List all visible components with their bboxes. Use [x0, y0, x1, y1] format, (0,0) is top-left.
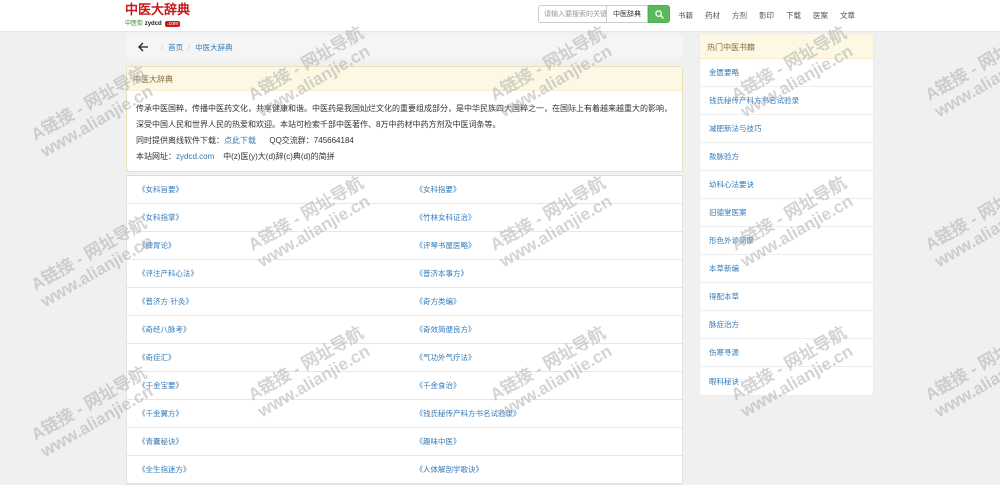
nav-link[interactable]: 方剂	[732, 10, 747, 21]
back-button[interactable]	[136, 40, 150, 54]
site-label: 本站网址：	[136, 152, 176, 161]
book-link[interactable]: 《普济方·针灸》	[127, 296, 405, 307]
table-row: 《青囊秘诀》 《趣味中医》	[127, 428, 682, 456]
watermark: A链接 - 网址导航 www.alianjie.cn	[922, 323, 1000, 421]
book-link[interactable]: 《气功外气疗法》	[405, 352, 683, 363]
book-link[interactable]: 《评琴书屋医略》	[405, 240, 683, 251]
sidebar-book-link[interactable]: 眼科秘诀	[700, 367, 873, 395]
site-url-link[interactable]: zydcd.com	[176, 152, 214, 161]
watermark: A链接 - 网址导航 www.alianjie.cn	[922, 173, 1000, 271]
qq-number: 745664184	[313, 136, 354, 145]
panel-title: 中医大辞典	[127, 67, 682, 91]
book-link[interactable]: 《全生指迷方》	[127, 464, 405, 475]
book-link[interactable]: 《千金食治》	[405, 380, 683, 391]
sidebar-book-link[interactable]: 本草新编	[700, 255, 873, 283]
book-list: 《女科旨要》 《女科指要》 《女科指掌》 《竹林女科证治》 《脾胃论》 《评琴书屋医略》《…	[126, 175, 683, 485]
watermark-line2: www.alianjie.cn	[931, 41, 1000, 121]
search-button[interactable]	[648, 5, 670, 23]
intro-text: 传承中医国粹，传播中医药文化，共享健康和谐。中医药是我国灿烂文化的重要组成部分，…	[136, 104, 672, 129]
sidebar-book-link[interactable]: 形色外诊简摩	[700, 227, 873, 255]
watermark-line1: A链接 - 网址导航	[922, 23, 1000, 105]
book-link[interactable]: 《趣味中医》	[405, 436, 683, 447]
nav-link[interactable]: 药材	[705, 10, 720, 21]
nav-link[interactable]: 医案	[813, 10, 828, 21]
qq-label: QQ交流群：	[269, 136, 314, 145]
book-link[interactable]: 《女科旨要》	[127, 184, 405, 195]
sidebar-book-link[interactable]: 金匮要略	[700, 59, 873, 87]
sidebar-hot-books: 热门中医书籍 金匮要略 钱氏秘传产科方书名试验录 减肥新法与技巧 敖脉验方 幼科心法要诀…	[699, 33, 874, 396]
arrow-left-icon	[137, 42, 148, 52]
table-row: 《千金翼方》 《钱氏秘传产科方书名试验录》	[127, 400, 682, 428]
watermark-line1: A链接 - 网址导航	[922, 173, 1000, 255]
nav-link[interactable]: 文章	[840, 10, 855, 21]
book-link[interactable]: 《奇经八脉考》	[127, 324, 405, 335]
search-type-select[interactable]: 中医辞典	[606, 5, 648, 23]
search-icon	[654, 9, 664, 19]
breadcrumb-current[interactable]: 中医大辞典	[195, 42, 233, 53]
book-link[interactable]: 《钱氏秘传产科方书名试验录》	[405, 408, 683, 419]
sidebar-book-link[interactable]: 幼科心法要诀	[700, 171, 873, 199]
intro-panel: 中医大辞典 传承中医国粹，传播中医药文化，共享健康和谐。中医药是我国灿烂文化的重…	[126, 66, 683, 172]
table-row: 《普济方·针灸》 《奇方类编》	[127, 288, 682, 316]
nav-link[interactable]: 下载	[786, 10, 801, 21]
search-form: 请输入要搜索的关键字 中医辞典	[538, 5, 670, 23]
book-link[interactable]: 《女科指要》	[405, 184, 683, 195]
nav-link[interactable]: 书籍	[678, 10, 693, 21]
table-row: 《脾胃论》 《评琴书屋医略》	[127, 232, 682, 260]
breadcrumb-separator: /	[161, 42, 164, 52]
breadcrumb: / 首页 / 中医大辞典	[126, 35, 683, 59]
sidebar-book-link[interactable]: 得配本草	[700, 283, 873, 311]
logo-sub-green: 中医街	[125, 21, 144, 27]
table-row: 《奇经八脉考》 《奇效简便良方》	[127, 316, 682, 344]
table-row: 《女科指掌》 《竹林女科证治》	[127, 204, 682, 232]
sidebar-title: 热门中医书籍	[700, 34, 873, 59]
table-row: 《奇症汇》 《气功外气疗法》	[127, 344, 682, 372]
watermark-line2: www.alianjie.cn	[931, 191, 1000, 271]
breadcrumb-home[interactable]: 首页	[168, 42, 183, 53]
sidebar-book-link[interactable]: 敖脉验方	[700, 143, 873, 171]
download-label: 同时提供离线软件下载：	[136, 136, 224, 145]
book-link[interactable]: 《竹林女科证治》	[405, 212, 683, 223]
top-navbar: 中医大辞典 中医街 zydcd .com 请输入要搜索的关键字 中医辞典 书籍 药…	[0, 0, 1000, 32]
book-link[interactable]: 《奇方类编》	[405, 296, 683, 307]
main-nav: 书籍 药材 方剂 影印 下载 医案 文章	[678, 0, 867, 30]
download-line: 同时提供离线软件下载：点此下载 QQ交流群：745664184	[136, 133, 674, 149]
logo-sub-domain: zydcd	[144, 21, 162, 27]
table-row: 《千金宝要》 《千金食治》	[127, 372, 682, 400]
watermark-line1: A链接 - 网址导航	[922, 323, 1000, 405]
sidebar-book-link[interactable]: 脉症治方	[700, 311, 873, 339]
table-row: 《女科旨要》 《女科指要》	[127, 176, 682, 204]
sidebar-book-link[interactable]: 旧德堂医案	[700, 199, 873, 227]
logo-sub-badge: .com	[165, 21, 181, 27]
watermark-line2: www.alianjie.cn	[931, 341, 1000, 421]
table-row: 《评注产科心法》 《普济本事方》	[127, 260, 682, 288]
book-link[interactable]: 《人体解剖学歌诀》	[405, 464, 683, 475]
site-note: 中(z)医(y)大(d)辞(c)典(d)的简拼	[223, 152, 335, 161]
book-link[interactable]: 《奇症汇》	[127, 352, 405, 363]
nav-link[interactable]: 影印	[759, 10, 774, 21]
site-line: 本站网址：zydcd.com 中(z)医(y)大(d)辞(c)典(d)的简拼	[136, 149, 674, 165]
logo-subtitle: 中医街 zydcd .com	[125, 18, 181, 27]
book-link[interactable]: 《脾胃论》	[127, 240, 405, 251]
book-link[interactable]: 《女科指掌》	[127, 212, 405, 223]
watermark: A链接 - 网址导航 www.alianjie.cn	[922, 23, 1000, 121]
book-link[interactable]: 《评注产科心法》	[127, 268, 405, 279]
breadcrumb-separator: /	[188, 42, 191, 52]
book-link[interactable]: 《千金翼方》	[127, 408, 405, 419]
sidebar-book-link[interactable]: 钱氏秘传产科方书名试验录	[700, 87, 873, 115]
book-link[interactable]: 《普济本事方》	[405, 268, 683, 279]
book-link[interactable]: 《千金宝要》	[127, 380, 405, 391]
table-row: 《全生指迷方》 《人体解剖学歌诀》	[127, 456, 682, 484]
sidebar-book-link[interactable]: 减肥新法与技巧	[700, 115, 873, 143]
panel-body: 传承中医国粹，传播中医药文化，共享健康和谐。中医药是我国灿烂文化的重要组成部分，…	[127, 91, 682, 171]
book-link[interactable]: 《青囊秘诀》	[127, 436, 405, 447]
download-link[interactable]: 点此下载	[224, 136, 256, 145]
site-logo[interactable]: 中医大辞典 中医街 zydcd .com	[125, 3, 191, 27]
logo-title: 中医大辞典	[125, 3, 191, 18]
sidebar-book-link[interactable]: 伤寒寻源	[700, 339, 873, 367]
search-input[interactable]: 请输入要搜索的关键字	[538, 5, 606, 23]
book-link[interactable]: 《奇效简便良方》	[405, 324, 683, 335]
